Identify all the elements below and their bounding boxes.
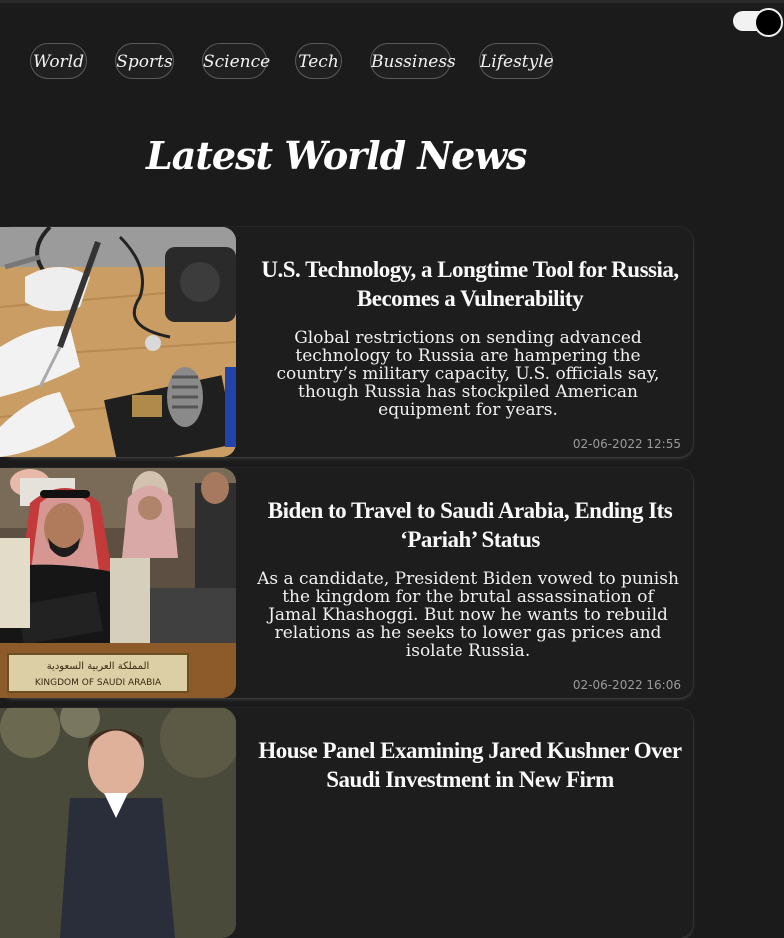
toggle-knob[interactable] (754, 8, 783, 37)
nav-pill-tech[interactable]: Tech (295, 43, 342, 79)
nav-pill-business[interactable]: Bussiness (370, 43, 456, 79)
svg-text:المملكة العربية السعودية: المملكة العربية السعودية (47, 661, 150, 672)
page-heading: Latest World News (146, 133, 527, 178)
article-timestamp: 02-06-2022 12:55 (572, 437, 681, 451)
news-card[interactable]: House Panel Examining Jared Kushner Over… (0, 708, 693, 938)
article-title[interactable]: U.S. Technology, a Longtime Tool for Rus… (250, 255, 690, 313)
news-card[interactable]: U.S. Technology, a Longtime Tool for Rus… (0, 227, 693, 457)
article-title[interactable]: House Panel Examining Jared Kushner Over… (250, 736, 690, 794)
theme-toggle[interactable] (733, 8, 783, 37)
article-image-portrait (0, 708, 236, 938)
top-border (0, 0, 784, 3)
nav-pill-world[interactable]: World (30, 43, 87, 79)
nav-pill-sports[interactable]: Sports (115, 43, 174, 79)
nav-pill-science[interactable]: Science (202, 43, 270, 79)
article-image-summit: المملكة العربية السعودية KINGDOM OF SAUD… (0, 468, 236, 698)
nav-pill-lifestyle[interactable]: Lifestyle (479, 43, 554, 79)
news-card[interactable]: المملكة العربية السعودية KINGDOM OF SAUD… (0, 468, 693, 698)
article-timestamp: 02-06-2022 16:06 (572, 678, 681, 692)
article-description: Global restrictions on sending advanced … (276, 328, 660, 420)
nameplate-text: KINGDOM OF SAUDI ARABIA (35, 678, 162, 688)
article-description: As a candidate, President Biden vowed to… (257, 569, 679, 661)
article-title[interactable]: Biden to Travel to Saudi Arabia, Ending … (250, 496, 690, 554)
article-image-soldering (0, 227, 236, 457)
